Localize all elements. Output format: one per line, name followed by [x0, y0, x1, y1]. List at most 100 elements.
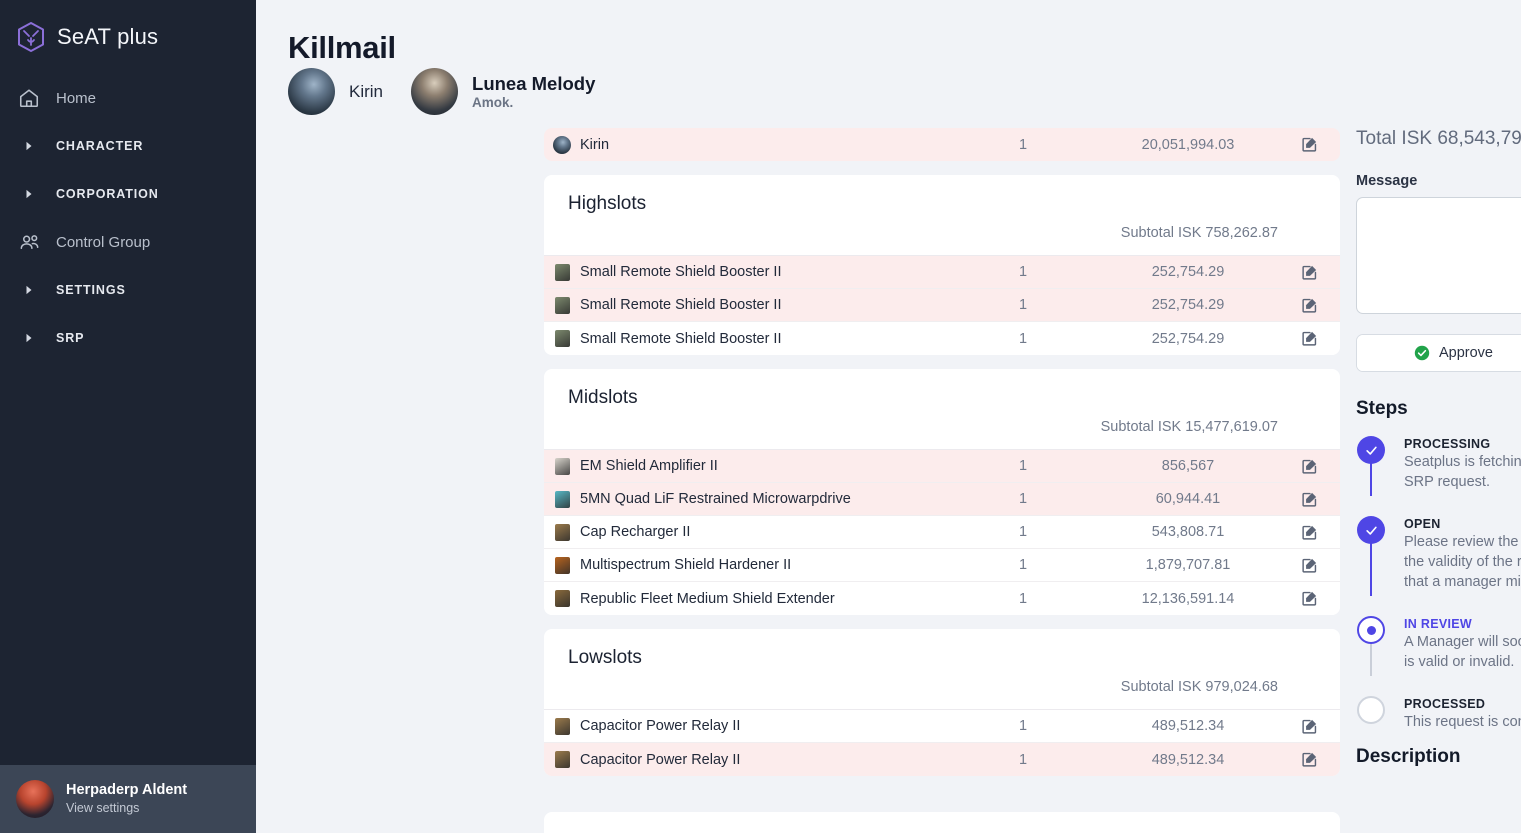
step-status-icon: [1357, 516, 1385, 544]
edit-icon[interactable]: [1278, 524, 1340, 541]
table-row[interactable]: Kirin 1 20,051,994.03: [544, 128, 1340, 161]
check-circle-icon: [1414, 345, 1430, 361]
decision-buttons: Approve Deny: [1356, 334, 1521, 372]
edit-icon[interactable]: [1278, 590, 1340, 607]
step-connector: [1370, 462, 1372, 496]
table-row[interactable]: Small Remote Shield Booster II 1 252,754.2…: [544, 256, 1340, 289]
sidebar-item-corporation[interactable]: CORPORATION: [0, 172, 256, 216]
sidebar-item-control-group[interactable]: Control Group: [0, 220, 256, 264]
edit-icon[interactable]: [1278, 458, 1340, 475]
edit-icon[interactable]: [1278, 718, 1340, 735]
sidebar-item-home[interactable]: Home: [0, 76, 256, 120]
edit-icon[interactable]: [1278, 264, 1340, 281]
step-status-icon: [1357, 696, 1385, 724]
cube-icon: [16, 21, 46, 53]
sidebar-item-label: SRP: [56, 331, 85, 345]
sidebar-user[interactable]: Herpaderp Aldent View settings: [0, 765, 256, 833]
slot-section-subtotal: Subtotal ISK 758,262.87: [1120, 225, 1278, 241]
item-name: Cap Recharger II: [580, 524, 691, 540]
step-description: Please review the killmail, check the it…: [1404, 534, 1521, 590]
item-qty: 1: [1018, 718, 1028, 734]
table-row[interactable]: Small Remote Shield Booster II 1 252,754.2…: [544, 289, 1340, 322]
caret-right-icon: [16, 141, 42, 151]
table-row[interactable]: Republic Fleet Medium Shield Extender 1 12…: [544, 582, 1340, 615]
step-item: OPEN Please review the killmail, check th…: [1356, 516, 1521, 616]
slot-section-rows: Capacitor Power Relay II 1 489,512.34 Capa…: [544, 709, 1340, 776]
module-icon: [544, 490, 580, 508]
step-item: PROCESSING Seatplus is fetching data from…: [1356, 436, 1521, 516]
pilot-corp: Amok.: [472, 94, 514, 110]
slot-section-subtotal: Subtotal ISK 979,024.68: [1120, 679, 1278, 695]
sidebar-nav: Home CHARACTER CORPORATION Control Group…: [0, 76, 256, 360]
step-label: PROCESSED: [1404, 697, 1486, 711]
item-name: EM Shield Amplifier II: [580, 458, 718, 474]
table-row[interactable]: 5MN Quad LiF Restrained Microwarpdrive 1 6…: [544, 483, 1340, 516]
edit-icon[interactable]: [1278, 297, 1340, 314]
item-price: 543,808.71: [1151, 524, 1225, 540]
edit-icon[interactable]: [1278, 330, 1340, 347]
table-row[interactable]: Cap Recharger II 1 543,808.71: [544, 516, 1340, 549]
edit-icon[interactable]: [1278, 751, 1340, 768]
sidebar-item-settings[interactable]: SETTINGS: [0, 268, 256, 312]
table-row[interactable]: Capacitor Power Relay II 1 489,512.34: [544, 743, 1340, 776]
step-marker: [1356, 436, 1386, 496]
sidebar-user-name: Herpaderp Aldent: [66, 782, 188, 799]
ship-avatar: [288, 68, 335, 115]
module-icon: [544, 556, 580, 574]
table-row[interactable]: Capacitor Power Relay II 1 489,512.34: [544, 710, 1340, 743]
sidebar-item-label: SETTINGS: [56, 283, 126, 297]
approve-button[interactable]: Approve: [1357, 335, 1521, 371]
total-isk: Total ISK 68,543,794.91: [1356, 128, 1521, 149]
table-row[interactable]: Multispectrum Shield Hardener II 1 1,879,7…: [544, 549, 1340, 582]
steps-title: Steps: [1356, 398, 1408, 419]
sidebar-item-label: CHARACTER: [56, 139, 144, 153]
item-name: Capacitor Power Relay II: [580, 751, 741, 768]
brand[interactable]: SeAT plus: [0, 0, 256, 56]
item-price: 489,512.34: [1151, 718, 1225, 734]
app-root: SeAT plus Home CHARACTER CORPORATION Con…: [0, 0, 1521, 833]
item-name: Multispectrum Shield Hardener II: [580, 557, 792, 573]
caret-right-icon: [16, 285, 42, 295]
caret-right-icon: [16, 333, 42, 343]
slot-section-title: Highslots: [568, 193, 647, 214]
users-icon: [16, 229, 42, 255]
step-connector: [1370, 642, 1372, 676]
edit-icon[interactable]: [1278, 136, 1340, 153]
item-name: Kirin: [580, 136, 610, 153]
sidebar-item-label: CORPORATION: [56, 187, 159, 201]
step-item: PROCESSED This request is considered to b…: [1356, 696, 1521, 732]
slot-section-card: Lowslots Subtotal ISK 979,024.68 Capacitor…: [544, 629, 1340, 776]
module-icon: [544, 523, 580, 541]
edit-icon[interactable]: [1278, 491, 1340, 508]
item-name: Small Remote Shield Booster II: [580, 297, 782, 313]
edit-icon[interactable]: [1278, 557, 1340, 574]
item-qty: 1: [1018, 330, 1028, 347]
item-price: 12,136,591.14: [1141, 590, 1235, 607]
item-price: 489,512.34: [1151, 751, 1225, 768]
home-icon: [16, 85, 42, 111]
item-price: 252,754.29: [1151, 330, 1225, 347]
table-row[interactable]: Small Remote Shield Booster II 1 252,754.2…: [544, 322, 1340, 355]
message-input[interactable]: [1356, 197, 1521, 314]
item-price: 60,944.41: [1155, 491, 1221, 507]
table-row[interactable]: EM Shield Amplifier II 1 856,567: [544, 450, 1340, 483]
sidebar-item-srp[interactable]: SRP: [0, 316, 256, 360]
module-icon: [544, 457, 580, 475]
caret-right-icon: [16, 189, 42, 199]
step-label: OPEN: [1404, 517, 1441, 531]
slot-section-title: Midslots: [568, 387, 638, 408]
step-label: IN REVIEW: [1404, 617, 1472, 631]
brand-name: SeAT plus: [57, 24, 159, 49]
item-price: 856,567: [1161, 458, 1215, 474]
module-icon: [544, 263, 580, 281]
step-connector: [1370, 542, 1372, 596]
killmail-items: Kirin 1 20,051,994.03 Highslots Subtotal …: [544, 128, 1340, 790]
main-content: Killmail Kirin Lunea Melody Amok. Kirin …: [256, 0, 1521, 833]
slot-section-title: Lowslots: [568, 647, 642, 668]
item-qty: 1: [1018, 524, 1028, 540]
item-name: Republic Fleet Medium Shield Extender: [580, 590, 835, 607]
item-qty: 1: [1018, 297, 1028, 313]
sidebar-item-character[interactable]: CHARACTER: [0, 124, 256, 168]
item-price: 1,879,707.81: [1145, 557, 1231, 573]
next-section-card: [544, 812, 1340, 833]
